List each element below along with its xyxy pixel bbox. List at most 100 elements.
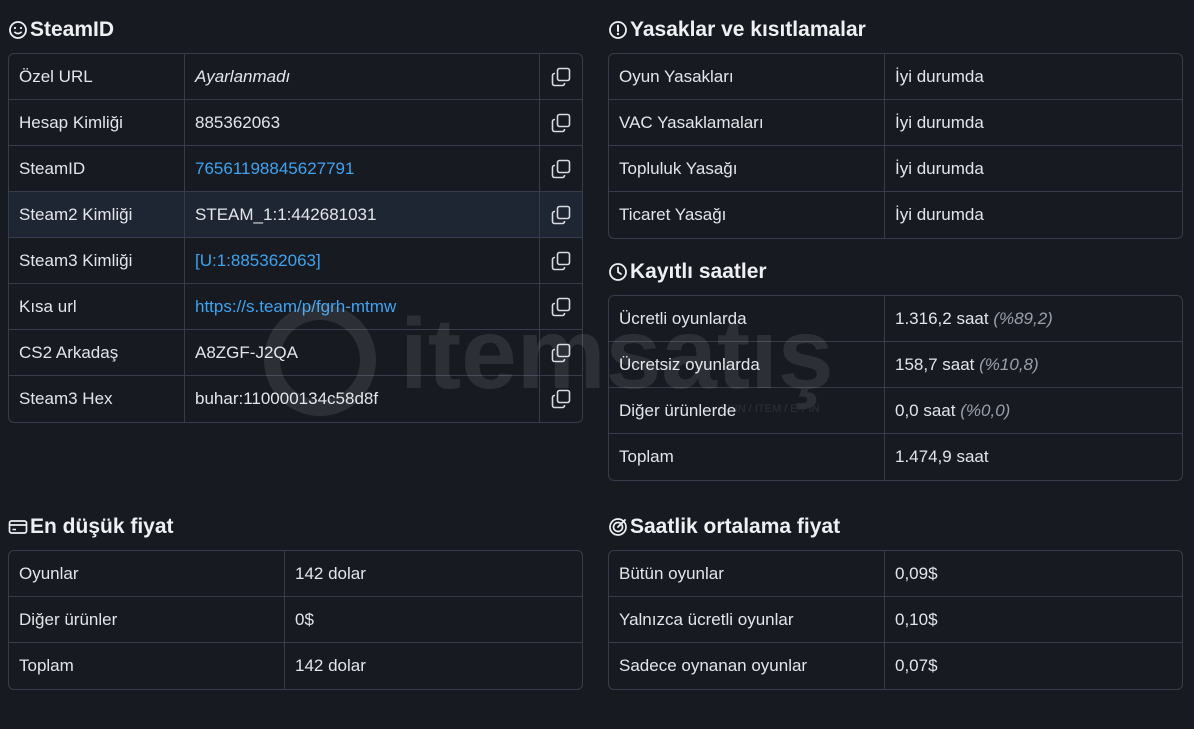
table-row: Ticaret Yasağı İyi durumda	[609, 192, 1182, 238]
hours-percent: (%89,2)	[993, 308, 1053, 328]
table-row: Diğer ürünler 0$	[9, 597, 582, 643]
row-label: Kısa url	[9, 284, 185, 330]
hourly-price-section: Saatlik ortalama fiyat Bütün oyunlar 0,0…	[608, 514, 1183, 690]
steamid-section: SteamID Özel URL Ayarlanmadı Hesap Kimli…	[8, 17, 583, 423]
row-label: Steam2 Kimliği	[9, 192, 185, 238]
table-row: Özel URL Ayarlanmadı	[9, 54, 582, 100]
hourly-price-title: Saatlik ortalama fiyat	[630, 515, 841, 538]
row-value: İyi durumda	[885, 146, 1182, 192]
steam3-link[interactable]: [U:1:885362063]	[185, 238, 540, 284]
table-row: Steam3 Hex buhar:110000134c58d8f	[9, 376, 582, 422]
row-label: Ücretsiz oyunlarda	[609, 342, 885, 388]
copy-button[interactable]	[540, 238, 582, 284]
hours-table: Ücretli oyunlarda 1.316,2 saat (%89,2) Ü…	[608, 295, 1183, 481]
row-label: Oyun Yasakları	[609, 54, 885, 100]
row-value: Ayarlanmadı	[185, 54, 540, 100]
row-value: 0,09$	[885, 551, 1182, 597]
hours-value: 1.316,2 saat	[895, 308, 989, 328]
copy-icon	[551, 159, 571, 179]
copy-icon	[551, 343, 571, 363]
steamid-heading: SteamID	[8, 17, 583, 43]
row-value: buhar:110000134c58d8f	[185, 376, 540, 422]
row-value: 142 dolar	[295, 656, 366, 675]
row-label: Ücretli oyunlarda	[609, 296, 885, 342]
hours-section: Kayıtlı saatler Ücretli oyunlarda 1.316,…	[608, 259, 1183, 481]
row-value: 0,0 saat (%0,0)	[885, 388, 1182, 434]
row-label: Topluluk Yasağı	[609, 146, 885, 192]
copy-button[interactable]	[540, 330, 582, 376]
row-label: Toplam	[609, 434, 885, 480]
copy-button[interactable]	[540, 54, 582, 100]
hours-value: 0,0 saat	[895, 400, 956, 420]
row-label: SteamID	[9, 146, 185, 192]
copy-button[interactable]	[540, 192, 582, 238]
table-row: Toplam 1.474,9 saat	[609, 434, 1182, 480]
copy-icon	[551, 113, 571, 133]
row-value: 1.316,2 saat (%89,2)	[885, 296, 1182, 342]
steamid-table: Özel URL Ayarlanmadı Hesap Kimliği 88536…	[8, 53, 583, 423]
target-icon	[609, 518, 627, 536]
row-label: Steam3 Kimliği	[9, 238, 185, 284]
lowest-price-title: En düşük fiyat	[30, 515, 174, 538]
table-row: Bütün oyunlar 0,09$	[609, 551, 1182, 597]
table-row: Oyun Yasakları İyi durumda	[609, 54, 1182, 100]
lowest-price-table: Oyunlar 142 dolar Diğer ürünler 0$ Topla…	[8, 550, 583, 690]
copy-icon	[551, 67, 571, 87]
copy-icon	[551, 251, 571, 271]
alert-icon	[609, 21, 627, 39]
row-label: Özel URL	[9, 54, 185, 100]
bans-section: Yasaklar ve kısıtlamalar Oyun Yasakları …	[608, 17, 1183, 239]
table-row: Oyunlar 142 dolar	[9, 551, 582, 597]
row-label: Diğer ürünler	[9, 597, 285, 643]
hours-title: Kayıtlı saatler	[630, 260, 767, 283]
row-value: A8ZGF-J2QA	[185, 330, 540, 376]
table-row: Toplam 142 dolar	[9, 643, 582, 689]
row-label: Diğer ürünlerde	[609, 388, 885, 434]
clock-icon	[609, 263, 627, 281]
table-row: CS2 Arkadaş A8ZGF-J2QA	[9, 330, 582, 376]
table-row: Steam2 Kimliği STEAM_1:1:442681031	[9, 192, 582, 238]
row-label: Steam3 Hex	[9, 376, 185, 422]
row-value: 885362063	[185, 100, 540, 146]
copy-button[interactable]	[540, 146, 582, 192]
row-label: Yalnızca ücretli oyunlar	[609, 597, 885, 643]
hours-percent: (%0,0)	[960, 400, 1011, 420]
table-row: Ücretsiz oyunlarda 158,7 saat (%10,8)	[609, 342, 1182, 388]
steamid-title: SteamID	[30, 18, 115, 41]
smiley-icon	[9, 21, 27, 39]
hours-value: 158,7 saat	[895, 354, 975, 374]
bans-table: Oyun Yasakları İyi durumda VAC Yasaklama…	[608, 53, 1183, 239]
row-value: İyi durumda	[885, 54, 1182, 100]
hourly-price-table: Bütün oyunlar 0,09$ Yalnızca ücretli oyu…	[608, 550, 1183, 690]
table-row: Ücretli oyunlarda 1.316,2 saat (%89,2)	[609, 296, 1182, 342]
row-label: Ticaret Yasağı	[609, 192, 885, 238]
hourly-price-heading: Saatlik ortalama fiyat	[608, 514, 1183, 540]
bans-title: Yasaklar ve kısıtlamalar	[630, 18, 866, 41]
row-value: 0,07$	[895, 656, 938, 675]
copy-button[interactable]	[540, 284, 582, 330]
row-label: Bütün oyunlar	[609, 551, 885, 597]
row-value: STEAM_1:1:442681031	[185, 192, 540, 238]
row-value: İyi durumda	[895, 205, 984, 224]
short-url-link[interactable]: https://s.team/p/fgrh-mtmw	[185, 284, 540, 330]
row-value: 0$	[285, 597, 582, 643]
copy-button[interactable]	[540, 100, 582, 146]
row-label: CS2 Arkadaş	[9, 330, 185, 376]
row-label: Sadece oynanan oyunlar	[609, 643, 885, 689]
table-row: Kısa url https://s.team/p/fgrh-mtmw	[9, 284, 582, 330]
hours-percent: (%10,8)	[979, 354, 1039, 374]
table-row: Diğer ürünlerde 0,0 saat (%0,0)	[609, 388, 1182, 434]
row-value: İyi durumda	[885, 100, 1182, 146]
row-label: VAC Yasaklamaları	[609, 100, 885, 146]
row-value: 158,7 saat (%10,8)	[885, 342, 1182, 388]
credit-card-icon	[8, 520, 28, 534]
row-value: 1.474,9 saat	[895, 447, 989, 466]
row-label: Toplam	[9, 643, 285, 689]
table-row: Yalnızca ücretli oyunlar 0,10$	[609, 597, 1182, 643]
table-row: SteamID 76561198845627791	[9, 146, 582, 192]
steamid-link[interactable]: 76561198845627791	[185, 146, 540, 192]
copy-button[interactable]	[540, 376, 582, 422]
table-row: Sadece oynanan oyunlar 0,07$	[609, 643, 1182, 689]
row-value: 0,10$	[885, 597, 1182, 643]
table-row: Topluluk Yasağı İyi durumda	[609, 146, 1182, 192]
